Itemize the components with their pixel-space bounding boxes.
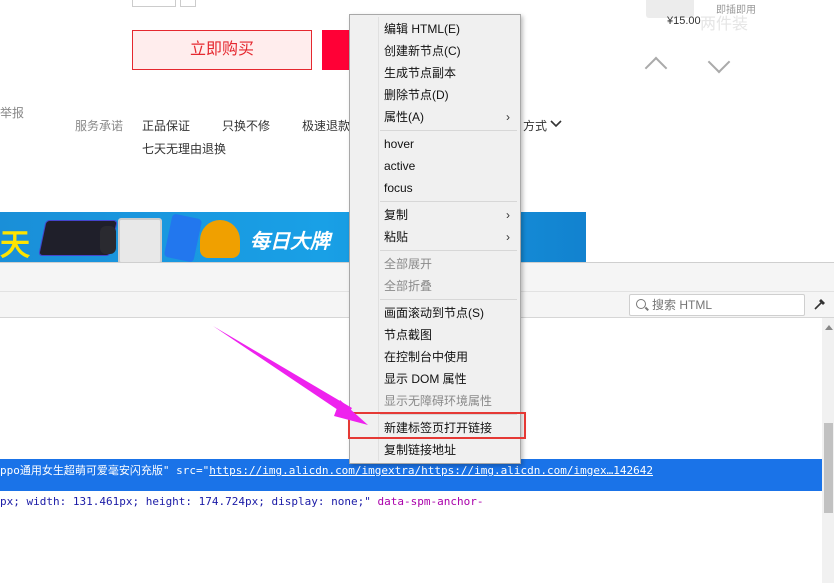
highlight-box <box>348 412 526 439</box>
submenu-arrow-icon: › <box>506 110 510 124</box>
menu-item-label: focus <box>384 181 413 195</box>
scrollbar-thumb[interactable] <box>824 423 833 513</box>
search-icon <box>636 299 646 309</box>
menu-item-copy-link-address[interactable]: 复制链接地址 <box>350 439 520 461</box>
service-label: 服务承诺 <box>75 119 124 133</box>
menu-item-label: 在控制台中使用 <box>384 350 469 364</box>
menu-item-label: 创建新节点(C) <box>384 44 461 58</box>
menu-separator <box>380 201 517 202</box>
menu-item-duplicate-node[interactable]: 生成节点副本 <box>350 62 520 84</box>
node-text: ppo通用女生超萌可爱毫安闪充版" src=" <box>0 464 210 477</box>
menu-item-show-dom-properties[interactable]: 显示 DOM 属性 <box>350 368 520 390</box>
product-title-text: 两件装 <box>700 16 749 33</box>
menu-item-collapse-all[interactable]: 全部折叠 <box>350 275 520 297</box>
menu-item-use-in-console[interactable]: 在控制台中使用 <box>350 346 520 368</box>
banner-text: 每日大牌 <box>250 231 330 253</box>
tablet-image <box>118 218 162 262</box>
menu-separator <box>380 299 517 300</box>
service-item[interactable]: 七天无理由退换 <box>142 140 226 157</box>
node-src-link[interactable]: https://img.alicdn.com/imgextra/https://… <box>209 464 653 477</box>
chevron-down-icon[interactable] <box>550 118 562 132</box>
html-search-input[interactable] <box>652 297 800 312</box>
menu-item-label: 全部展开 <box>384 257 433 271</box>
menu-item-label: active <box>384 159 416 173</box>
menu-item-label: 生成节点副本 <box>384 66 457 80</box>
quantity-stepper[interactable] <box>180 0 196 7</box>
service-item[interactable]: 只换不修 <box>222 117 270 134</box>
buy-now-button[interactable]: 立即购买 <box>132 30 312 70</box>
payment-method-link[interactable]: 方式 <box>523 117 547 134</box>
menu-item-label: 显示无障碍环境属性 <box>384 394 493 408</box>
menu-item-delete-node[interactable]: 删除节点(D) <box>350 84 520 106</box>
submenu-arrow-icon: › <box>506 208 510 222</box>
quantity-input[interactable] <box>132 0 176 7</box>
menu-item-paste[interactable]: 粘贴 › <box>350 226 520 248</box>
phone-image <box>163 213 203 262</box>
helmet-image <box>200 220 240 258</box>
menu-item-scroll-into-view[interactable]: 画面滚动到节点(S) <box>350 302 520 324</box>
menu-item-label: 粘贴 <box>384 230 409 244</box>
submenu-arrow-icon: › <box>506 230 510 244</box>
context-menu: 编辑 HTML(E) 创建新节点(C) 生成节点副本 删除节点(D) 属性(A)… <box>349 14 521 464</box>
menu-item-create-node[interactable]: 创建新节点(C) <box>350 40 520 62</box>
service-item[interactable]: 正品保证 <box>142 117 190 134</box>
menu-item-label: 删除节点(D) <box>384 88 449 102</box>
chevron-up-icon[interactable] <box>644 56 668 80</box>
menu-item-label: 复制链接地址 <box>384 443 457 457</box>
menu-item-screenshot-node[interactable]: 节点截图 <box>350 324 520 346</box>
element-picker-icon[interactable] <box>813 297 827 311</box>
menu-item-label: 复制 <box>384 208 409 222</box>
menu-item-edit-html[interactable]: 编辑 HTML(E) <box>350 18 520 40</box>
menu-item-focus[interactable]: focus <box>350 177 520 199</box>
style-value: px; width: 131.461px; height: 174.724px;… <box>0 495 371 508</box>
menu-item-label: 全部折叠 <box>384 279 433 293</box>
report-link[interactable]: 举报 <box>0 104 24 121</box>
menu-item-active[interactable]: active <box>350 155 520 177</box>
node-style-row[interactable]: px; width: 131.461px; height: 174.724px;… <box>0 495 483 508</box>
service-item[interactable]: 极速退款 <box>302 117 350 134</box>
product-price: ¥15.00 <box>667 15 701 27</box>
mouse-image <box>100 226 116 254</box>
menu-item-attributes[interactable]: 属性(A) › <box>350 106 520 128</box>
chevron-down-icon[interactable] <box>707 50 731 74</box>
scroll-up-arrow-icon[interactable] <box>825 325 833 330</box>
menu-item-label: 画面滚动到节点(S) <box>384 306 484 320</box>
menu-separator <box>380 130 517 131</box>
menu-item-show-accessibility-properties[interactable]: 显示无障碍环境属性 <box>350 390 520 412</box>
menu-item-copy[interactable]: 复制 › <box>350 204 520 226</box>
menu-item-expand-all[interactable]: 全部展开 <box>350 253 520 275</box>
menu-item-label: 属性(A) <box>384 110 424 124</box>
menu-item-label: hover <box>384 137 415 151</box>
menu-item-label: 编辑 HTML(E) <box>384 22 460 36</box>
banner-left-text: 天 <box>0 229 30 262</box>
menu-item-label: 显示 DOM 属性 <box>384 372 467 386</box>
menu-separator <box>380 250 517 251</box>
menu-item-hover[interactable]: hover <box>350 133 520 155</box>
menu-item-label: 节点截图 <box>384 328 433 342</box>
attr-name: data-spm-anchor- <box>370 495 484 508</box>
html-search-box[interactable] <box>629 294 805 316</box>
